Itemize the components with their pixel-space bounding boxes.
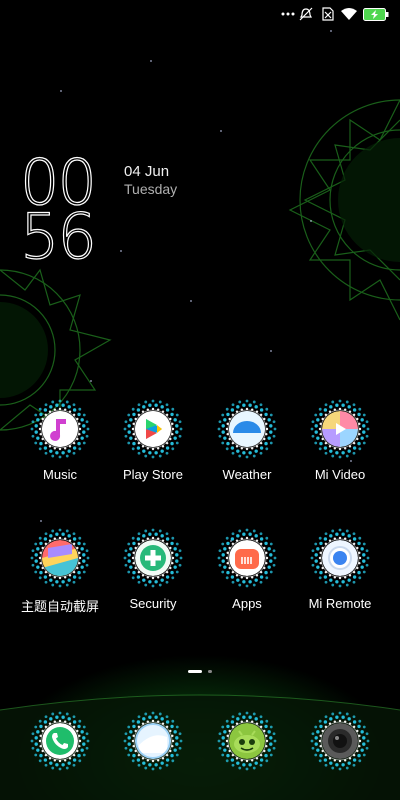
no-sim-icon [320, 6, 336, 22]
weekday-label: Tuesday [124, 181, 178, 197]
app-apps[interactable]: Apps [199, 527, 295, 637]
date-label: 04 Jun [124, 163, 170, 180]
app-label: Apps [232, 596, 262, 611]
page-dot [208, 670, 212, 673]
mi-apps-icon [229, 540, 265, 576]
app-weather[interactable]: Weather [199, 398, 295, 508]
remote-icon [322, 540, 358, 576]
camera-icon [322, 723, 358, 759]
wifi-icon [340, 6, 358, 22]
app-play-store[interactable]: Play Store [105, 398, 201, 508]
app-label: Mi Video [314, 467, 366, 482]
theme-screenshot-icon [42, 540, 78, 576]
app-label: 主题自动截屏 [20, 599, 99, 614]
battery-charging-icon [362, 6, 390, 22]
app-label: Weather [222, 467, 272, 482]
app-theme-screenshot[interactable]: 主题自动截屏 [12, 527, 108, 637]
play-store-icon [135, 411, 171, 447]
dock-phone[interactable] [12, 710, 108, 800]
weather-icon [229, 411, 265, 447]
video-icon [322, 411, 358, 447]
clock-minutes: 56 [19, 200, 97, 273]
wallpaper-flower-right [288, 99, 400, 321]
app-label: Mi Remote [308, 596, 372, 611]
page-dot-active [188, 670, 202, 673]
dock-messaging[interactable] [105, 710, 201, 800]
security-icon [135, 540, 171, 576]
status-bar [0, 0, 400, 28]
date-widget[interactable]: 04 Jun Tuesday [124, 163, 177, 197]
clock-widget[interactable]: 00 56 [19, 151, 97, 273]
app-mi-remote[interactable]: Mi Remote [292, 527, 388, 637]
dock [0, 710, 400, 800]
dock-camera[interactable] [292, 710, 388, 800]
app-label: Play Store [123, 467, 183, 482]
browser-icon [229, 723, 265, 759]
app-label: Music [43, 467, 77, 482]
page-indicator[interactable] [0, 670, 400, 673]
home-screen: 00 56 04 Jun Tuesday Music Play Store We… [0, 0, 400, 800]
messaging-icon [135, 723, 171, 759]
more-dots-icon [280, 6, 296, 22]
phone-icon [42, 723, 78, 759]
app-label: Security [129, 596, 177, 611]
dock-browser[interactable] [199, 710, 295, 800]
music-icon [42, 411, 78, 447]
app-mi-video[interactable]: Mi Video [292, 398, 388, 508]
app-music[interactable]: Music [12, 398, 108, 508]
mute-icon [298, 6, 314, 22]
app-security[interactable]: Security [105, 527, 201, 637]
